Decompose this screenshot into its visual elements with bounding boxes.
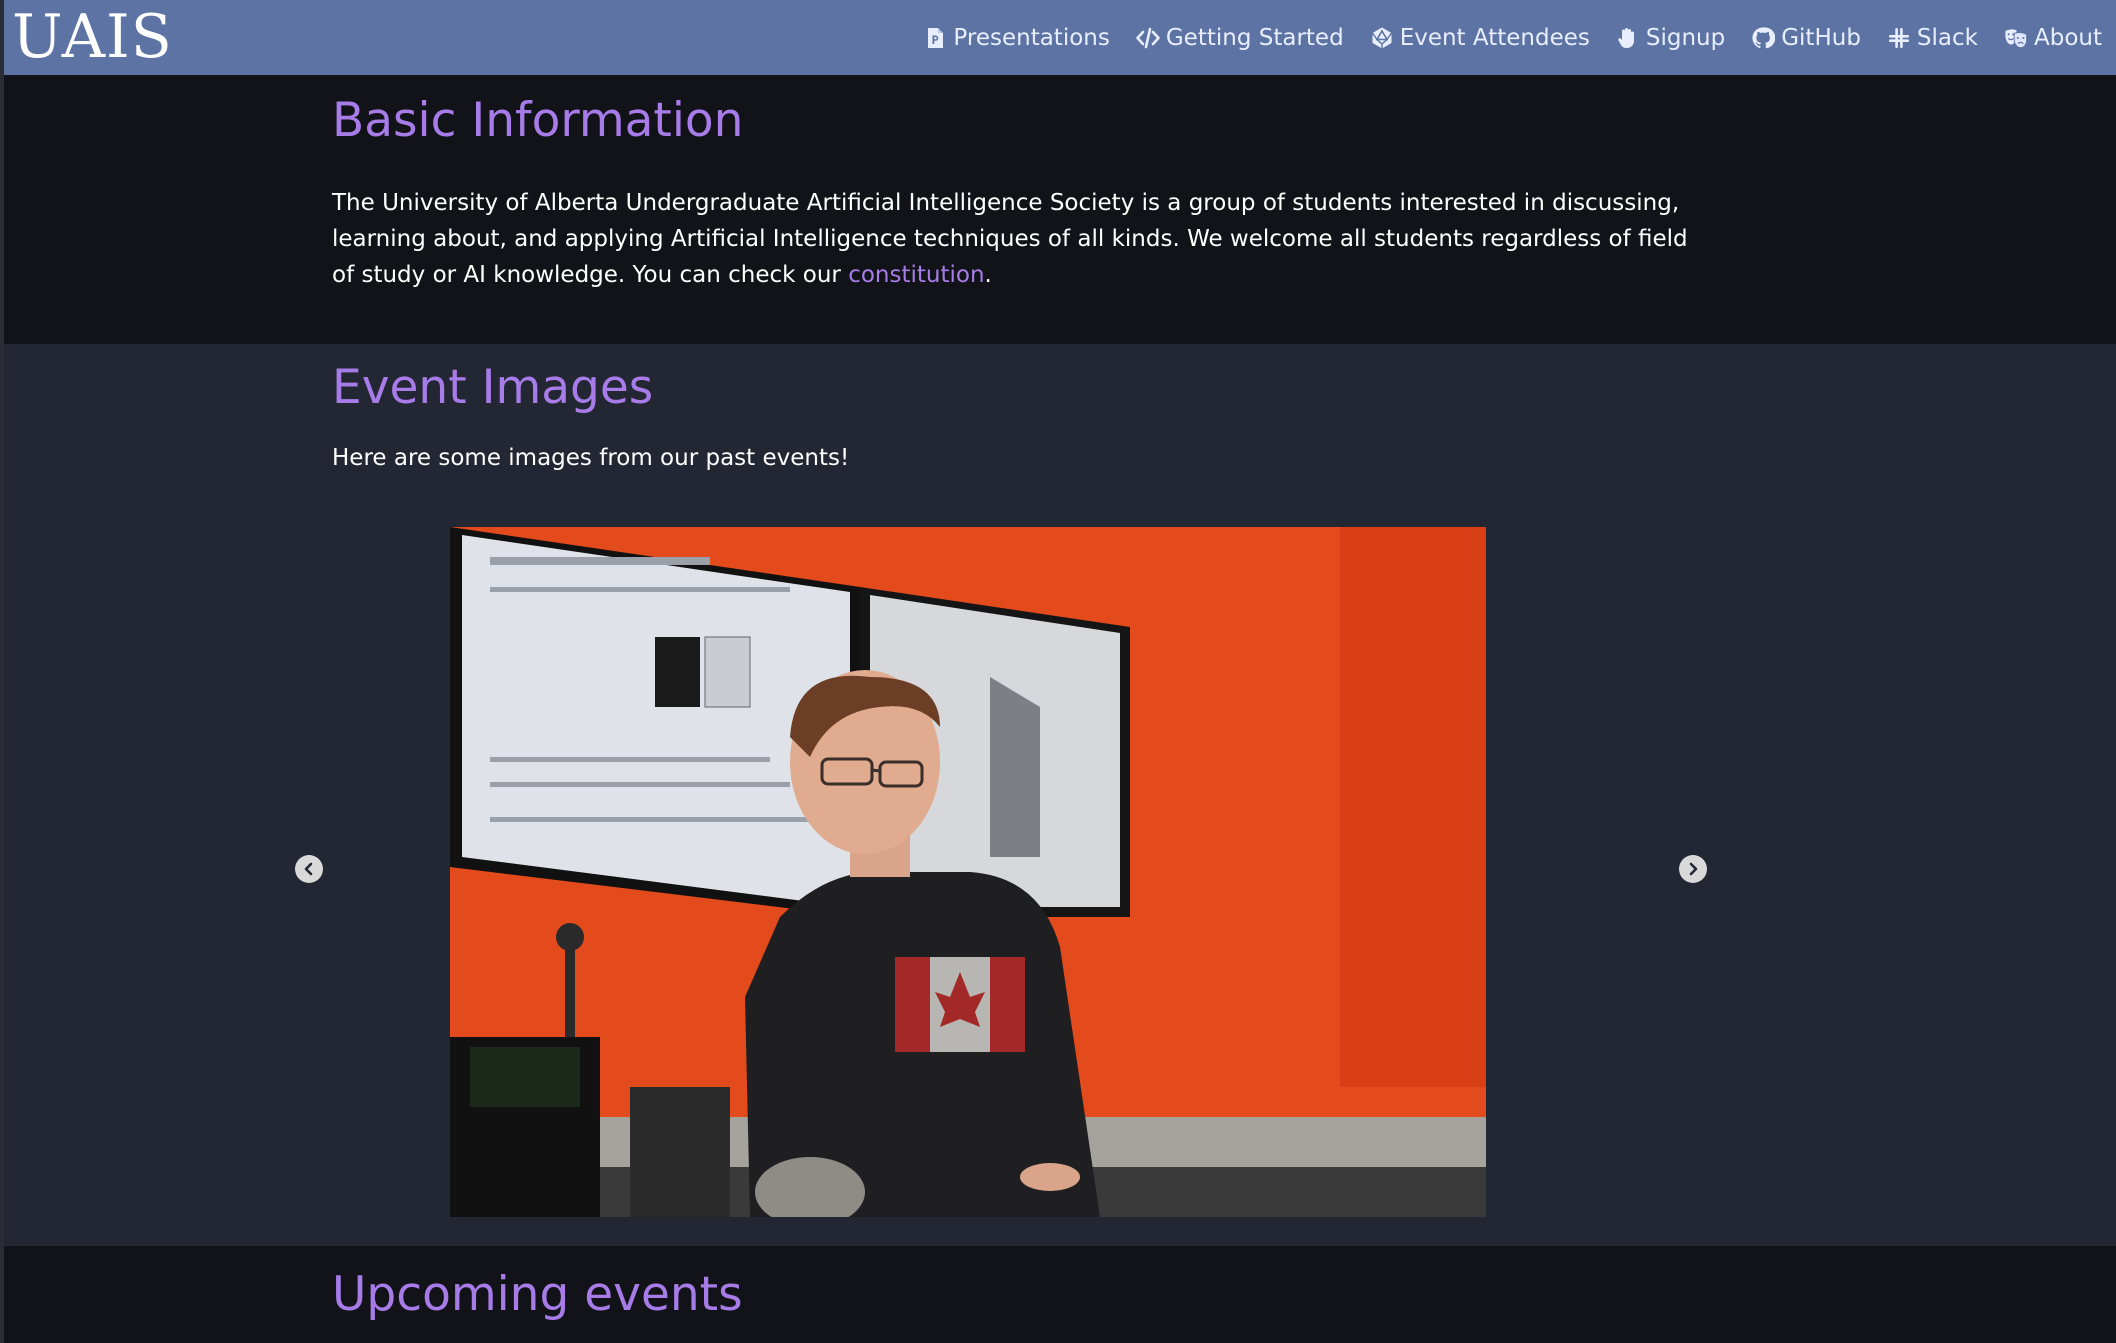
dice-d20-icon — [1370, 26, 1394, 50]
nav-label: Slack — [1916, 24, 1978, 51]
event-images-section: Event Images Here are some images from o… — [4, 344, 2116, 1246]
nav-label: Signup — [1645, 24, 1726, 51]
carousel-prev-button[interactable] — [295, 855, 323, 883]
github-icon — [1751, 26, 1776, 50]
carousel-next-button[interactable] — [1679, 855, 1707, 883]
file-powerpoint-icon — [923, 26, 947, 50]
upcoming-events-heading: Upcoming events — [332, 1267, 743, 1322]
basic-information-body: The University of Alberta Undergraduate … — [332, 190, 1688, 288]
nav-item-event-attendees[interactable]: Event Attendees — [1370, 25, 1590, 51]
signup-hand-icon — [1616, 26, 1640, 50]
event-images-heading: Event Images — [332, 360, 654, 415]
basic-information-heading: Basic Information — [332, 93, 744, 148]
constitution-link[interactable]: constitution — [848, 262, 984, 288]
basic-information-section: Basic Information The University of Albe… — [4, 75, 2116, 344]
chevron-left-circle-icon — [304, 862, 313, 876]
nav-label: Event Attendees — [1399, 24, 1590, 51]
upcoming-events-section: Upcoming events — [4, 1246, 2116, 1343]
top-navbar: UAIS Presentations Getting Started Event… — [4, 0, 2116, 75]
basic-information-text: The University of Alberta Undergraduate … — [332, 185, 1692, 293]
nav-item-signup[interactable]: Signup — [1616, 25, 1725, 51]
nav-item-presentations[interactable]: Presentations — [923, 24, 1110, 51]
chevron-right-circle-icon — [1689, 862, 1698, 876]
basic-information-period: . — [984, 262, 992, 288]
carousel-image — [450, 527, 1486, 1217]
nav-label: Getting Started — [1165, 24, 1344, 51]
nav-item-getting-started[interactable]: Getting Started — [1136, 25, 1344, 51]
nav-label: Presentations — [953, 24, 1110, 51]
nav-label: About — [2033, 24, 2102, 51]
nav-item-about[interactable]: About — [2004, 25, 2102, 51]
theater-masks-icon — [2004, 26, 2028, 50]
brand-logo[interactable]: UAIS — [12, 2, 173, 72]
nav-label: GitHub — [1781, 24, 1861, 51]
code-icon — [1136, 26, 1160, 50]
nav-links: Presentations Getting Started Event Atte… — [923, 0, 2102, 75]
slack-icon — [1887, 26, 1911, 50]
nav-item-slack[interactable]: Slack — [1887, 25, 1978, 51]
nav-item-github[interactable]: GitHub — [1751, 25, 1861, 51]
event-images-intro: Here are some images from our past event… — [332, 445, 850, 471]
